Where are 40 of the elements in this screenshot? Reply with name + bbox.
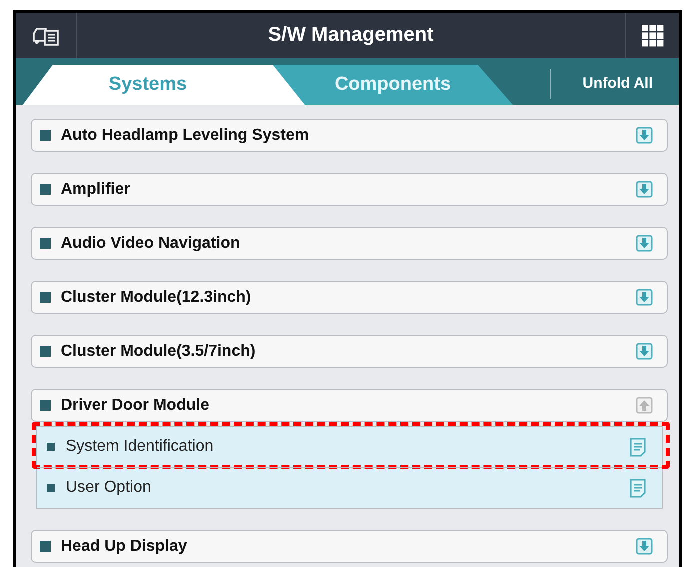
bullet-icon (40, 184, 51, 195)
system-name: Auto Headlamp Leveling System (61, 126, 310, 144)
system-item[interactable]: Driver Door Module (31, 389, 668, 422)
subitem[interactable]: System Identification (37, 426, 662, 467)
download-icon[interactable] (636, 127, 653, 144)
subitem-name: User Option (66, 479, 152, 497)
download-icon[interactable] (636, 289, 653, 306)
bullet-icon (40, 292, 51, 303)
bullet-icon (40, 541, 51, 552)
bullet-icon (47, 443, 55, 451)
bullet-icon (40, 400, 51, 411)
document-icon[interactable] (630, 438, 646, 456)
unfold-all-button[interactable]: Unfold All (582, 75, 653, 92)
window-title: S/W Management (268, 24, 434, 47)
system-item[interactable]: Auto Headlamp Leveling System (31, 119, 668, 152)
bullet-icon (40, 346, 51, 357)
bullet-icon (40, 238, 51, 249)
system-item[interactable]: Cluster Module(3.5/7inch) (31, 335, 668, 368)
subitem[interactable]: User Option (37, 467, 662, 508)
system-name: Cluster Module(12.3inch) (61, 288, 252, 306)
system-item[interactable]: Cluster Module(12.3inch) (31, 281, 668, 314)
bullet-icon (47, 484, 55, 492)
system-item[interactable]: Audio Video Navigation (31, 227, 668, 260)
download-icon[interactable] (636, 181, 653, 198)
upload-icon[interactable] (636, 397, 653, 414)
system-item[interactable]: Amplifier (31, 173, 668, 206)
download-icon[interactable] (636, 235, 653, 252)
system-name: Head Up Display (61, 538, 188, 556)
bullet-icon (40, 130, 51, 141)
car-document-icon[interactable] (32, 26, 60, 46)
system-item[interactable]: Head Up Display (31, 530, 668, 563)
document-icon[interactable] (630, 478, 646, 498)
system-name: Amplifier (61, 180, 132, 198)
download-icon[interactable] (636, 343, 653, 360)
subitem-name: System Identification (66, 438, 215, 456)
system-name: Driver Door Module (61, 396, 210, 414)
grid-menu-icon[interactable] (642, 24, 664, 46)
system-name: Cluster Module(3.5/7inch) (61, 342, 257, 360)
download-icon[interactable] (636, 538, 653, 555)
system-name: Audio Video Navigation (61, 234, 242, 252)
